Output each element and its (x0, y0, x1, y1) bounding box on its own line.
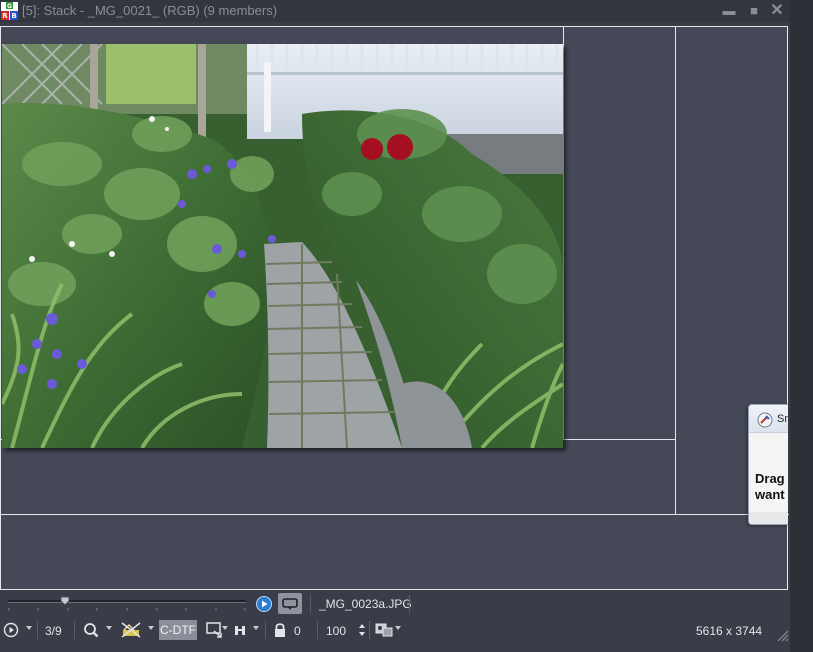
separator (317, 621, 318, 639)
minimize-button[interactable]: ▬ (721, 3, 737, 19)
stack-viewer-window: G R B [5]: Stack - _MG_0021_ (RGB) (9 me… (0, 0, 813, 652)
zoom-value[interactable]: 100 (326, 624, 346, 638)
popup-line: want (755, 487, 785, 502)
grid-divider (563, 27, 564, 440)
chevron-down-icon[interactable] (222, 626, 228, 630)
chevron-down-icon[interactable] (395, 626, 401, 630)
separator (310, 595, 311, 613)
stack-slider-track[interactable] (8, 600, 246, 603)
separator (37, 621, 38, 639)
lock-icon[interactable] (273, 621, 287, 639)
popup-footer (749, 512, 788, 524)
frame-counter: 3/9 (45, 624, 62, 638)
svg-text:G: G (7, 3, 12, 10)
grid-divider (1, 514, 789, 515)
fit-to-window-icon[interactable] (205, 621, 225, 639)
popup-header: Sn (749, 405, 788, 433)
loop-button[interactable] (278, 593, 302, 614)
filename-label: _MG_0023a.JPG (319, 597, 412, 611)
zoom-stepper-icon[interactable] (357, 621, 367, 639)
rgb-channels-icon: G R B (1, 2, 18, 20)
slider-thumb[interactable] (60, 596, 70, 606)
maximize-button[interactable]: ■ (746, 3, 762, 19)
image-dimensions: 5616 x 3744 (696, 624, 763, 638)
resize-grip-icon[interactable] (775, 628, 789, 642)
title-bar[interactable]: G R B [5]: Stack - _MG_0021_ (RGB) (9 me… (0, 0, 790, 22)
slider-ticks (8, 608, 246, 611)
play-icon[interactable] (256, 596, 272, 612)
svg-text:B: B (11, 12, 16, 20)
window-title: [5]: Stack - _MG_0021_ (RGB) (9 members) (22, 3, 278, 18)
color-profile-toggle[interactable]: C-DTF (159, 620, 197, 640)
chevron-down-icon[interactable] (26, 626, 32, 630)
chevron-down-icon[interactable] (148, 626, 154, 630)
separator (369, 621, 370, 639)
svg-text:R: R (2, 12, 8, 20)
magnifier-icon[interactable] (83, 621, 99, 639)
popup-title: Sn (777, 413, 788, 425)
lock-value: 0 (294, 624, 301, 638)
hint-popup[interactable]: Sn Drag want (748, 404, 788, 525)
color-correction-off-icon[interactable] (120, 621, 142, 639)
separator (74, 621, 75, 639)
stack-image-thumbnail[interactable] (2, 44, 563, 448)
grid-divider (675, 27, 676, 515)
popup-line: Drag (755, 471, 785, 486)
window-border (790, 0, 813, 652)
split-view-icon[interactable] (232, 621, 248, 639)
garden-path-photo (2, 44, 563, 448)
separator (409, 595, 410, 613)
popup-message: Drag want (755, 471, 785, 503)
loop-icon (282, 598, 298, 610)
close-button[interactable]: ✕ (769, 3, 785, 19)
tool-icon (757, 412, 773, 428)
separator (265, 621, 266, 639)
play-mode-icon[interactable] (3, 621, 19, 639)
settings-tools-icon[interactable] (374, 621, 396, 639)
chevron-down-icon[interactable] (106, 626, 112, 630)
stack-grid[interactable] (0, 26, 789, 590)
chevron-down-icon[interactable] (253, 626, 259, 630)
